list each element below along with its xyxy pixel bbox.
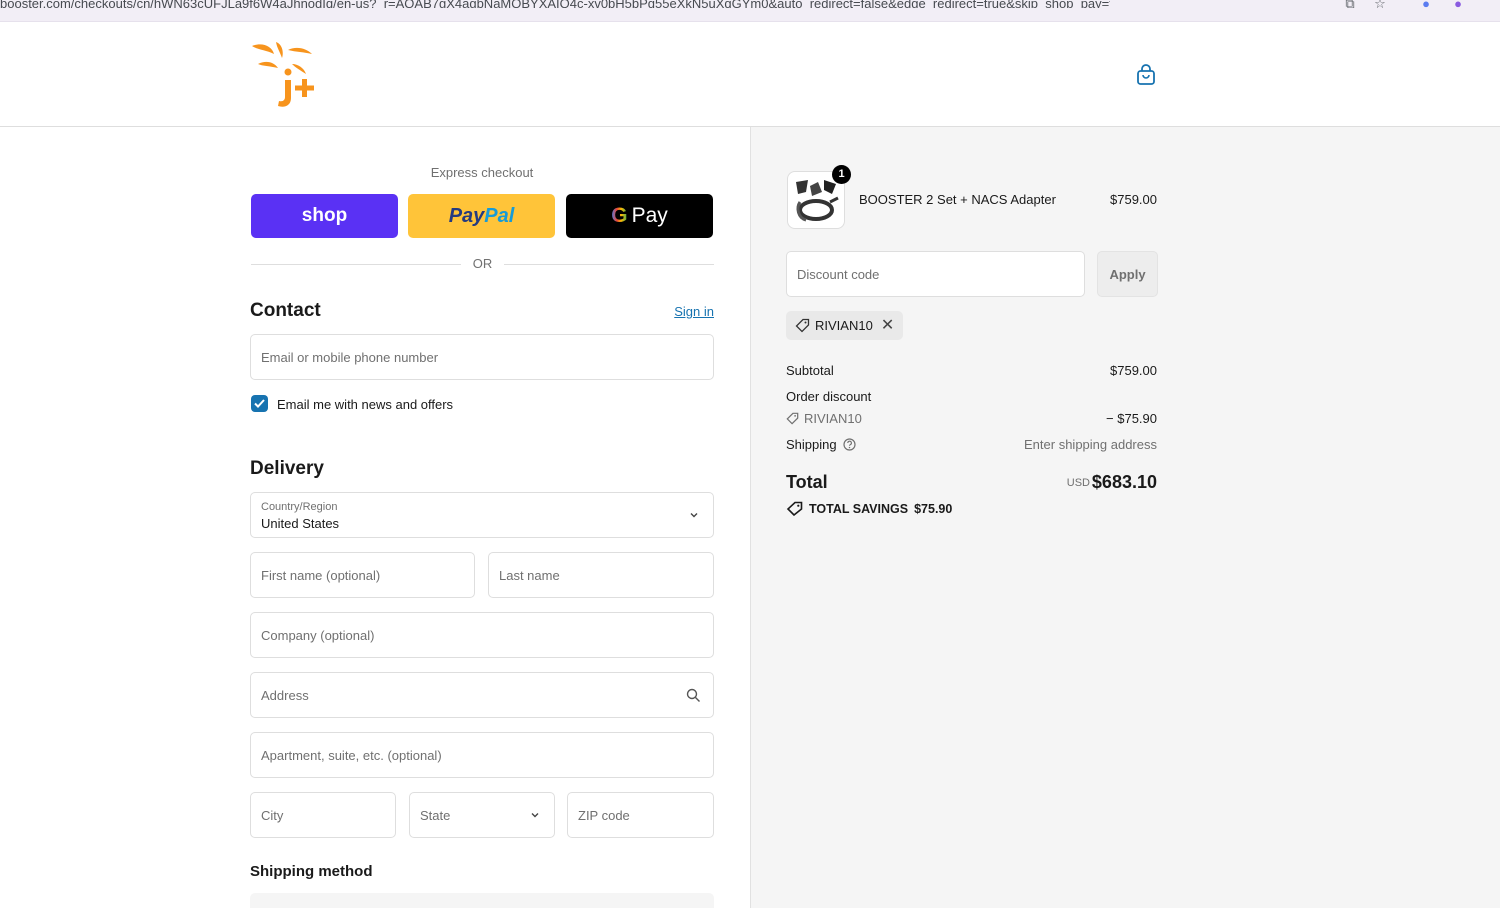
url-text[interactable]: booster.com/checkouts/cn/hWN63cUFJLa9f6W… [0, 0, 1110, 8]
newsletter-label: Email me with news and offers [277, 397, 454, 412]
country-label: Country/Region [261, 501, 338, 513]
newsletter-checkbox[interactable] [251, 395, 268, 412]
chevron-down-icon [690, 513, 698, 518]
address-field[interactable]: Address [250, 672, 714, 718]
paypal-label-pal: Pal [484, 204, 515, 227]
shipping-row-label: Shipping [786, 437, 856, 452]
last-name-field[interactable]: Last name [488, 552, 714, 598]
paypal-label-pay: Pay [448, 204, 485, 227]
company-field[interactable]: Company (optional) [250, 612, 714, 658]
product-name: BOOSTER 2 Set + NACS Adapter [859, 192, 1056, 207]
country-select[interactable]: Country/Region United States [250, 492, 714, 538]
state-placeholder: State [420, 808, 451, 823]
shop-pay-label: shop [301, 205, 348, 226]
checkout-header [0, 22, 1500, 127]
shipping-method-placeholder-box [250, 893, 714, 908]
paypal-button[interactable]: Pay Pal [408, 194, 555, 238]
city-placeholder: City [261, 808, 284, 823]
savings-label: TOTAL SAVINGS [809, 501, 909, 516]
shipping-method-title: Shipping method [250, 863, 373, 880]
state-select[interactable]: State [409, 792, 555, 838]
savings-tag-icon [786, 501, 803, 516]
shipping-value: Enter shipping address [1024, 437, 1157, 452]
discount-code-field[interactable]: Discount code [786, 251, 1085, 297]
shopping-bag-icon[interactable] [1136, 64, 1156, 86]
browser-url-bar[interactable]: booster.com/checkouts/cn/hWN63cUFJLa9f6W… [0, 0, 1500, 22]
first-name-field[interactable]: First name (optional) [250, 552, 475, 598]
last-name-placeholder: Last name [499, 568, 560, 583]
email-placeholder: Email or mobile phone number [261, 350, 439, 365]
total-value: $683.10 [1091, 472, 1157, 492]
or-divider: OR [251, 256, 714, 272]
total-savings: TOTAL SAVINGS $75.90 [786, 501, 952, 516]
order-discount-value: − $75.90 [1106, 411, 1157, 426]
tag-icon [786, 412, 799, 425]
extension-icon[interactable]: ● [1418, 0, 1434, 12]
total-label: Total [786, 472, 828, 492]
sign-in-link[interactable]: Sign in [660, 304, 714, 319]
company-placeholder: Company (optional) [261, 628, 375, 643]
extension-icon-2[interactable]: ● [1450, 0, 1466, 12]
applied-code: RIVIAN10 [815, 318, 873, 333]
applied-discount-chip: RIVIAN10 ✕ [786, 311, 904, 340]
order-discount-label: Order discount [786, 389, 872, 404]
country-value: United States [261, 516, 340, 531]
checkout-form: Express checkout shop Pay Pal G Pay OR Co… [0, 127, 750, 908]
google-pay-label: Pay [631, 204, 668, 227]
search-icon [686, 688, 700, 702]
total-currency: USD [1066, 477, 1090, 489]
subtotal-label: Subtotal [786, 363, 834, 378]
apply-discount-button[interactable]: Apply [1097, 251, 1158, 297]
delivery-title: Delivery [250, 458, 324, 479]
savings-value: $75.90 [914, 501, 953, 516]
product-price: $759.00 [1110, 192, 1157, 207]
shop-pay-button[interactable]: shop [251, 194, 398, 238]
translate-icon[interactable]: ⧉ [1342, 0, 1358, 12]
city-field[interactable]: City [250, 792, 396, 838]
apply-label: Apply [1109, 266, 1146, 282]
order-discount-code: RIVIAN10 [804, 411, 862, 426]
address-placeholder: Address [261, 688, 309, 703]
apartment-placeholder: Apartment, suite, etc. (optional) [261, 748, 442, 763]
discount-placeholder: Discount code [797, 267, 880, 282]
order-discount-code-row: RIVIAN10 [786, 411, 862, 426]
google-g-icon: G [611, 204, 628, 227]
zip-field[interactable]: ZIP code [567, 792, 714, 838]
tag-icon [795, 318, 810, 333]
express-checkout-label: Express checkout [430, 165, 534, 180]
first-name-placeholder: First name (optional) [261, 568, 381, 583]
zip-placeholder: ZIP code [578, 808, 630, 823]
order-summary: 1 BOOSTER 2 Set + NACS Adapter $759.00 D… [750, 127, 1500, 908]
contact-title: Contact [250, 300, 321, 321]
j-plus-logo[interactable] [248, 40, 320, 110]
chevron-down-icon [531, 813, 539, 818]
shipping-label: Shipping [786, 437, 837, 452]
checkmark-icon [254, 399, 265, 408]
help-circle-icon[interactable] [843, 438, 856, 451]
apartment-field[interactable]: Apartment, suite, etc. (optional) [250, 732, 714, 778]
subtotal-value: $759.00 [1110, 363, 1157, 378]
bookmark-star-icon[interactable]: ☆ [1372, 0, 1388, 12]
google-pay-button[interactable]: G Pay [566, 194, 713, 238]
remove-discount-icon[interactable]: ✕ [881, 317, 894, 333]
email-field[interactable]: Email or mobile phone number [250, 334, 714, 380]
quantity-badge: 1 [832, 165, 851, 184]
divider-line [504, 264, 714, 265]
